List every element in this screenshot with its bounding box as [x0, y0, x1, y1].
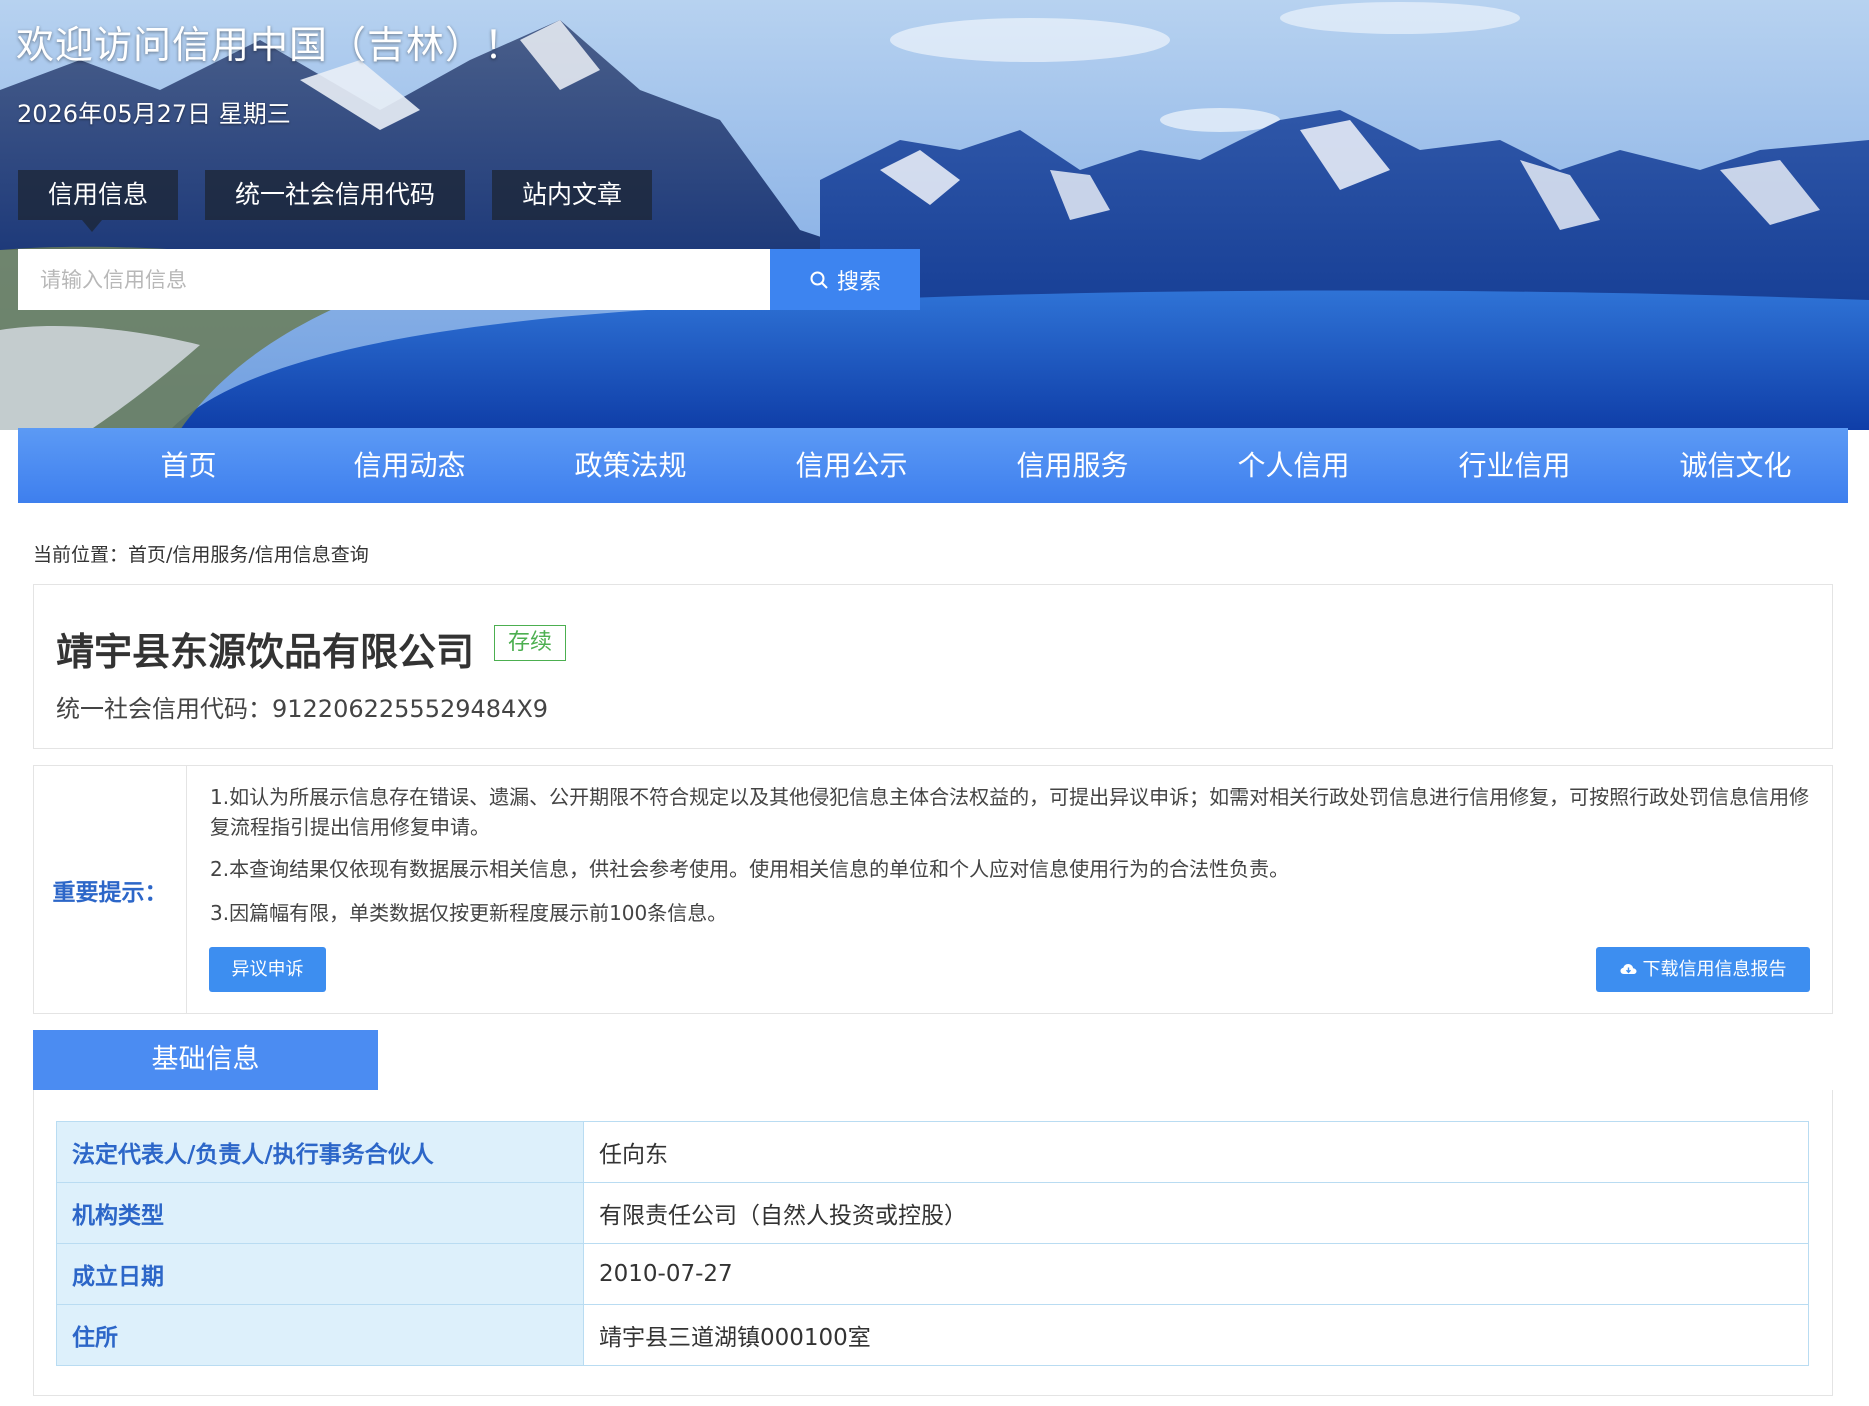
notice-label: 重要提示： [34, 766, 187, 1013]
credit-code-label: 统一社会信用代码： [56, 695, 272, 723]
nav-item-personal-credit[interactable]: 个人信用 [1183, 428, 1404, 503]
nav-item-industry-credit[interactable]: 行业信用 [1404, 428, 1625, 503]
tab-basic-info[interactable]: 基础信息 [33, 1030, 378, 1090]
row-key-address: 住所 [56, 1304, 584, 1366]
important-notice: 重要提示： 1.如认为所展示信息存在错误、遗漏、公开期限不符合规定以及其他侵犯信… [33, 765, 1833, 1014]
current-date: 2026年05月27日 星期三 [17, 100, 291, 128]
search-box: 搜索 [18, 249, 920, 310]
credit-code-value: 9122062255529484X9 [272, 695, 549, 723]
notice-item-2: 2.本查询结果仅依现有数据展示相关信息，供社会参考使用。使用相关信息的单位和个人… [210, 857, 1290, 881]
row-value-founded: 2010-07-27 [583, 1243, 1809, 1305]
cloud-download-icon [1620, 964, 1636, 974]
welcome-title: 欢迎访问信用中国（吉林）！ [16, 23, 524, 67]
credit-code-row: 统一社会信用代码：9122062255529484X9 [56, 689, 548, 724]
notice-item-1: 1.如认为所展示信息存在错误、遗漏、公开期限不符合规定以及其他侵犯信息主体合法权… [210, 785, 1810, 839]
search-tab-credit-info[interactable]: 信用信息 [18, 170, 179, 232]
nav-item-home[interactable]: 首页 [78, 428, 299, 503]
row-key-founded: 成立日期 [56, 1243, 584, 1305]
basic-info-table: 法定代表人/负责人/执行事务合伙人 任向东 机构类型 有限责任公司（自然人投资或… [56, 1121, 1809, 1366]
table-row: 法定代表人/负责人/执行事务合伙人 任向东 [56, 1121, 1809, 1183]
table-row: 成立日期 2010-07-27 [56, 1243, 1809, 1305]
hero-banner: 欢迎访问信用中国（吉林）！ 2026年05月27日 星期三 信用信息 统一社会信… [0, 0, 1869, 430]
search-button-label: 搜索 [836, 269, 881, 295]
nav-item-credit-public[interactable]: 信用公示 [741, 428, 962, 503]
company-name: 靖宇县东源饮品有限公司 [56, 630, 475, 674]
search-button[interactable]: 搜索 [770, 249, 920, 310]
status-badge: 存续 [494, 625, 567, 661]
main-nav: 首页 信用动态 政策法规 信用公示 信用服务 个人信用 行业信用 诚信文化 [18, 428, 1848, 503]
row-value-address: 靖宇县三道湖镇000100室 [583, 1304, 1809, 1366]
company-card: 靖宇县东源饮品有限公司 存续 统一社会信用代码：9122062255529484… [33, 584, 1833, 749]
table-row: 机构类型 有限责任公司（自然人投资或控股） [56, 1182, 1809, 1244]
notice-body: 1.如认为所展示信息存在错误、遗漏、公开期限不符合规定以及其他侵犯信息主体合法权… [187, 766, 1832, 1013]
row-key-legal-rep: 法定代表人/负责人/执行事务合伙人 [56, 1121, 584, 1183]
row-value-org-type: 有限责任公司（自然人投资或控股） [583, 1182, 1809, 1244]
breadcrumb: 当前位置：首页/信用服务/信用信息查询 [33, 544, 369, 566]
notice-item-3: 3.因篇幅有限，单类数据仅按更新程度展示前100条信息。 [210, 901, 728, 925]
nav-item-policies[interactable]: 政策法规 [520, 428, 741, 503]
search-icon [810, 271, 828, 289]
row-value-legal-rep: 任向东 [583, 1121, 1809, 1183]
nav-item-integrity-culture[interactable]: 诚信文化 [1625, 428, 1846, 503]
nav-item-credit-service[interactable]: 信用服务 [962, 428, 1183, 503]
search-tabs: 信用信息 统一社会信用代码 站内文章 [18, 170, 653, 232]
nav-item-credit-news[interactable]: 信用动态 [299, 428, 520, 503]
search-tab-credit-code[interactable]: 统一社会信用代码 [205, 170, 466, 220]
download-button-label: 下载信用信息报告 [1642, 959, 1787, 980]
table-row: 住所 靖宇县三道湖镇000100室 [56, 1304, 1809, 1366]
appeal-button[interactable]: 异议申诉 [209, 947, 326, 992]
download-report-button[interactable]: 下载信用信息报告 [1596, 947, 1810, 992]
search-input[interactable] [18, 249, 770, 310]
row-key-org-type: 机构类型 [56, 1182, 584, 1244]
search-tab-articles[interactable]: 站内文章 [492, 170, 653, 220]
